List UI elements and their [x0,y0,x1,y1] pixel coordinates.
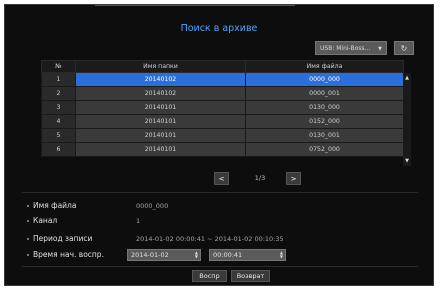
column-header-number: № [41,60,76,73]
channel-value: 1 [136,217,141,225]
time-spinner-icon[interactable]: ▲ ▼ [280,251,283,259]
scroll-down-icon[interactable]: ▼ [403,158,411,164]
device-select-value: USB: Mini-Boss... [320,45,371,52]
table-row[interactable]: 1 20140102 0000_000 [41,72,404,87]
start-time-field[interactable]: 00:00:41 ▲ ▼ [209,249,286,261]
date-spinner-icon[interactable]: ▲ ▼ [195,251,198,259]
bullet-icon [27,220,29,222]
column-header-folder: Имя папки [75,60,246,73]
row-number: 5 [41,128,76,143]
row-folder: 20140101 [75,100,246,115]
back-button[interactable]: Возврат [231,270,270,282]
top-divider [95,5,295,6]
row-folder: 20140101 [75,114,246,129]
table-row[interactable]: 4 20140101 0152_000 [41,114,404,129]
table-scrollbar[interactable]: ▲ ▼ [403,73,411,166]
chevron-left-icon: < [218,175,225,183]
table-row[interactable]: 5 20140101 0130_001 [41,128,404,143]
row-folder: 20140101 [75,142,246,157]
record-period-label: Период записи [33,234,93,243]
page-indicator: 1/3 [254,174,266,182]
refresh-icon: ↻ [400,44,408,53]
file-name-label: Имя файла [33,201,77,210]
start-date-field[interactable]: 2014-01-02 ▲ ▼ [127,249,201,261]
row-number: 3 [41,100,76,115]
start-time-value: 00:00:41 [213,251,243,259]
table-row[interactable]: 6 20140101 0752_000 [41,142,404,157]
divider [22,266,418,267]
dialog-title: Поиск в архиве [180,23,258,34]
bullet-icon [27,254,29,256]
bullet-icon [27,238,29,240]
start-date-value: 2014-01-02 [131,251,169,259]
table-header-row: № Имя папки Имя файла [41,60,404,73]
play-button[interactable]: Воспр [192,270,227,282]
scroll-up-icon[interactable]: ▲ [403,75,411,81]
file-table: № Имя папки Имя файла 1 20140102 0000_00… [41,60,404,157]
row-file: 0000_001 [245,86,404,101]
row-number: 1 [41,72,76,87]
next-page-button[interactable]: > [286,172,301,185]
refresh-button[interactable]: ↻ [394,41,414,55]
row-number: 2 [41,86,76,101]
row-folder: 20140102 [75,72,246,87]
row-folder: 20140101 [75,128,246,143]
file-name-value: 0000_000 [136,202,169,210]
chevron-right-icon: > [290,175,297,183]
device-select[interactable]: USB: Mini-Boss... ▼ [315,41,387,55]
row-file: 0130_001 [245,128,404,143]
row-file: 0752_000 [245,142,404,157]
row-number: 6 [41,142,76,157]
chevron-down-icon: ▼ [378,46,382,52]
channel-label: Канал [33,216,58,225]
row-file: 0000_000 [245,72,404,87]
prev-page-button[interactable]: < [214,172,229,185]
table-row[interactable]: 2 20140102 0000_001 [41,86,404,101]
table-row[interactable]: 3 20140101 0130_000 [41,100,404,115]
bullet-icon [27,205,29,207]
row-file: 0152_000 [245,114,404,129]
row-number: 4 [41,114,76,129]
column-header-file: Имя файла [245,60,404,73]
record-period-value: 2014-01-02 00:00:41 ~ 2014-01-02 00:10:3… [136,235,284,243]
start-time-label: Время нач. воспр. [33,250,104,259]
divider [22,192,418,193]
row-folder: 20140102 [75,86,246,101]
row-file: 0130_000 [245,100,404,115]
